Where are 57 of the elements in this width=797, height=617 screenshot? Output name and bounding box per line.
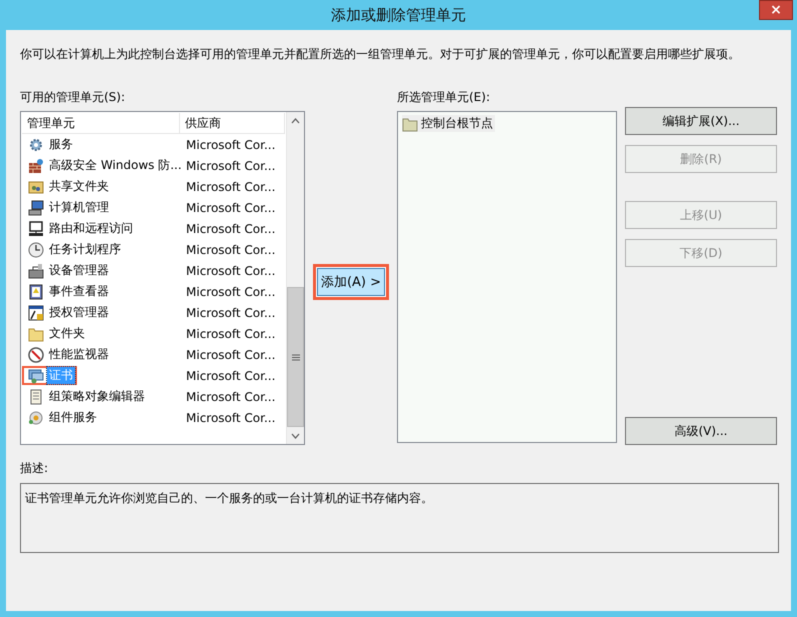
- folder-icon: [28, 326, 44, 342]
- column-header[interactable]: 管理单元: [22, 113, 180, 134]
- certificate-icon: [28, 368, 44, 384]
- available-label: 可用的管理单元(S):: [20, 89, 126, 106]
- notebook-icon: [28, 284, 44, 300]
- vendor-cell-text: Microsoft Cor...: [185, 200, 276, 214]
- vendor-cell-text: Microsoft Cor...: [185, 264, 276, 278]
- scroll-thumb[interactable]: [287, 287, 304, 427]
- snapin-name[interactable]: 组件服务: [47, 409, 99, 426]
- snapin-name[interactable]: 事件查看器: [47, 283, 111, 300]
- vendor-cell-text: Microsoft Cor...: [185, 242, 276, 256]
- dialog-button[interactable]: 编辑扩展(X)...: [625, 107, 777, 135]
- snapin-name[interactable]: 高级安全 Windows 防...: [47, 157, 184, 174]
- snapin-name[interactable]: 共享文件夹: [47, 178, 111, 195]
- vendor-cell-text: Microsoft Cor...: [185, 222, 276, 236]
- instruction-text: 你可以在计算机上为此控制台选择可用的管理单元并配置所选的一组管理单元。对于可扩展的管理单元，你可以配置要启用哪些扩展项。: [20, 46, 741, 63]
- vendor-cell-text: Microsoft Cor...: [185, 410, 276, 424]
- vendor-cell-text: Microsoft Cor...: [185, 306, 276, 320]
- vendor-cell-text: Microsoft Cor...: [185, 368, 276, 382]
- grip-icon: [292, 354, 300, 360]
- vendor-cell-text: Microsoft Cor...: [185, 138, 276, 152]
- gear-icon: [28, 136, 44, 152]
- snapin-name[interactable]: 文件夹: [47, 325, 87, 342]
- computer-icon: [28, 200, 44, 216]
- window-title: 添加或删除管理单元: [330, 6, 467, 24]
- vendor-cell-text: Microsoft Cor...: [185, 390, 276, 404]
- snapin-name[interactable]: 授权管理器: [47, 304, 111, 321]
- snapin-name[interactable]: 组策略对象编辑器: [47, 388, 147, 405]
- scrollbar[interactable]: [286, 112, 304, 444]
- clock-icon: [28, 242, 44, 258]
- toolbox-icon: [28, 262, 44, 278]
- snapin-name[interactable]: 服务: [47, 136, 75, 153]
- shared-folder-icon: [28, 178, 44, 194]
- vendor-cell-text: Microsoft Cor...: [185, 326, 276, 340]
- brick-wall-icon: [28, 158, 44, 174]
- dialog-button[interactable]: 高级(V)...: [625, 417, 777, 445]
- scroll-icon: [28, 388, 44, 404]
- window-lock-icon: [28, 304, 44, 320]
- column-header[interactable]: 供应商: [180, 113, 285, 134]
- snapin-name[interactable]: 计算机管理: [47, 199, 111, 216]
- close-button[interactable]: ×: [759, 0, 793, 20]
- vendor-cell-text: Microsoft Cor...: [185, 348, 276, 362]
- monitor-icon: [28, 220, 44, 236]
- no-sign-icon: [28, 346, 44, 362]
- component-icon: [28, 410, 44, 426]
- snapin-name[interactable]: 路由和远程访问: [47, 220, 135, 237]
- add-button[interactable]: 添加(A) >: [313, 264, 389, 300]
- vendor-cell-text: Microsoft Cor...: [185, 158, 276, 172]
- selected-label: 所选管理单元(E):: [397, 89, 491, 106]
- snapin-name[interactable]: 性能监视器: [47, 346, 111, 363]
- vendor-cell-text: Microsoft Cor...: [185, 284, 276, 298]
- description-text: 证书管理单元允许你浏览自己的、一个服务的或一台计算机的证书存储内容。: [20, 483, 779, 553]
- snapin-name[interactable]: 设备管理器: [47, 262, 111, 279]
- description-label: 描述:: [20, 460, 50, 477]
- folder-icon: [402, 116, 418, 132]
- snapin-name[interactable]: 任务计划程序: [47, 241, 123, 258]
- vendor-cell-text: Microsoft Cor...: [185, 180, 276, 194]
